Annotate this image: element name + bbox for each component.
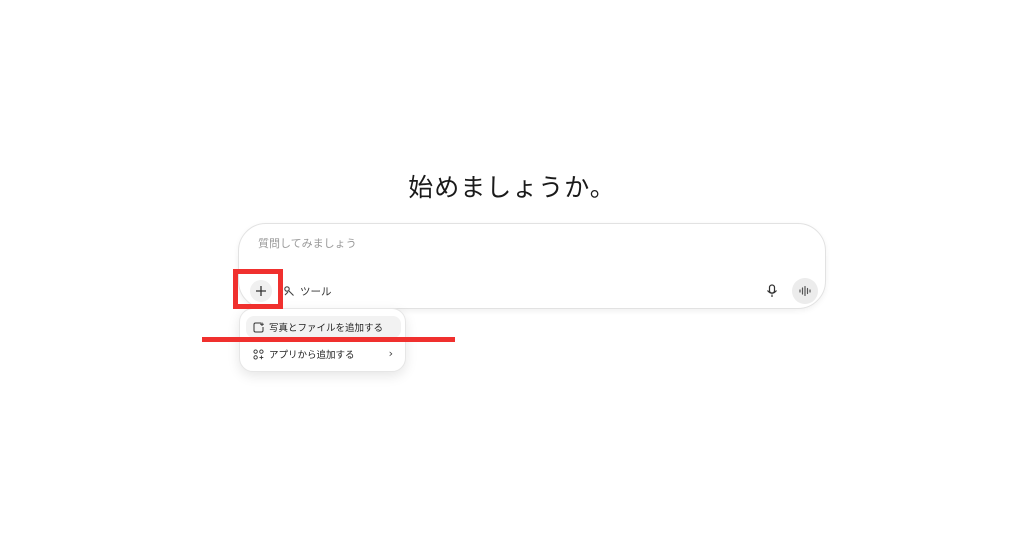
menu-item-add-from-apps[interactable]: アプリから追加する › xyxy=(246,343,401,365)
attach-photo-icon xyxy=(252,321,264,333)
menu-item-add-photos-files[interactable]: 写真とファイルを追加する xyxy=(246,316,401,338)
page-title: 始めましょうか。 xyxy=(408,173,616,202)
chevron-right-icon: › xyxy=(388,347,393,360)
voice-waveform-icon xyxy=(799,286,811,296)
plus-icon xyxy=(256,286,266,296)
add-attachment-button[interactable] xyxy=(250,280,272,302)
page: 始めましょうか。 ツール xyxy=(0,0,1024,538)
microphone-icon xyxy=(767,284,777,297)
menu-item-label: アプリから追加する xyxy=(269,350,355,361)
voice-mode-button[interactable] xyxy=(792,278,818,304)
apps-grid-icon xyxy=(252,348,264,360)
tools-icon xyxy=(282,284,296,298)
menu-item-label: 写真とファイルを追加する xyxy=(269,323,384,334)
tools-button[interactable]: ツール xyxy=(282,281,332,301)
tools-label: ツール xyxy=(300,285,332,298)
microphone-button[interactable] xyxy=(762,281,782,301)
prompt-input[interactable] xyxy=(256,236,800,251)
attachment-menu: 写真とファイルを追加する アプリから追加する › xyxy=(239,308,406,372)
